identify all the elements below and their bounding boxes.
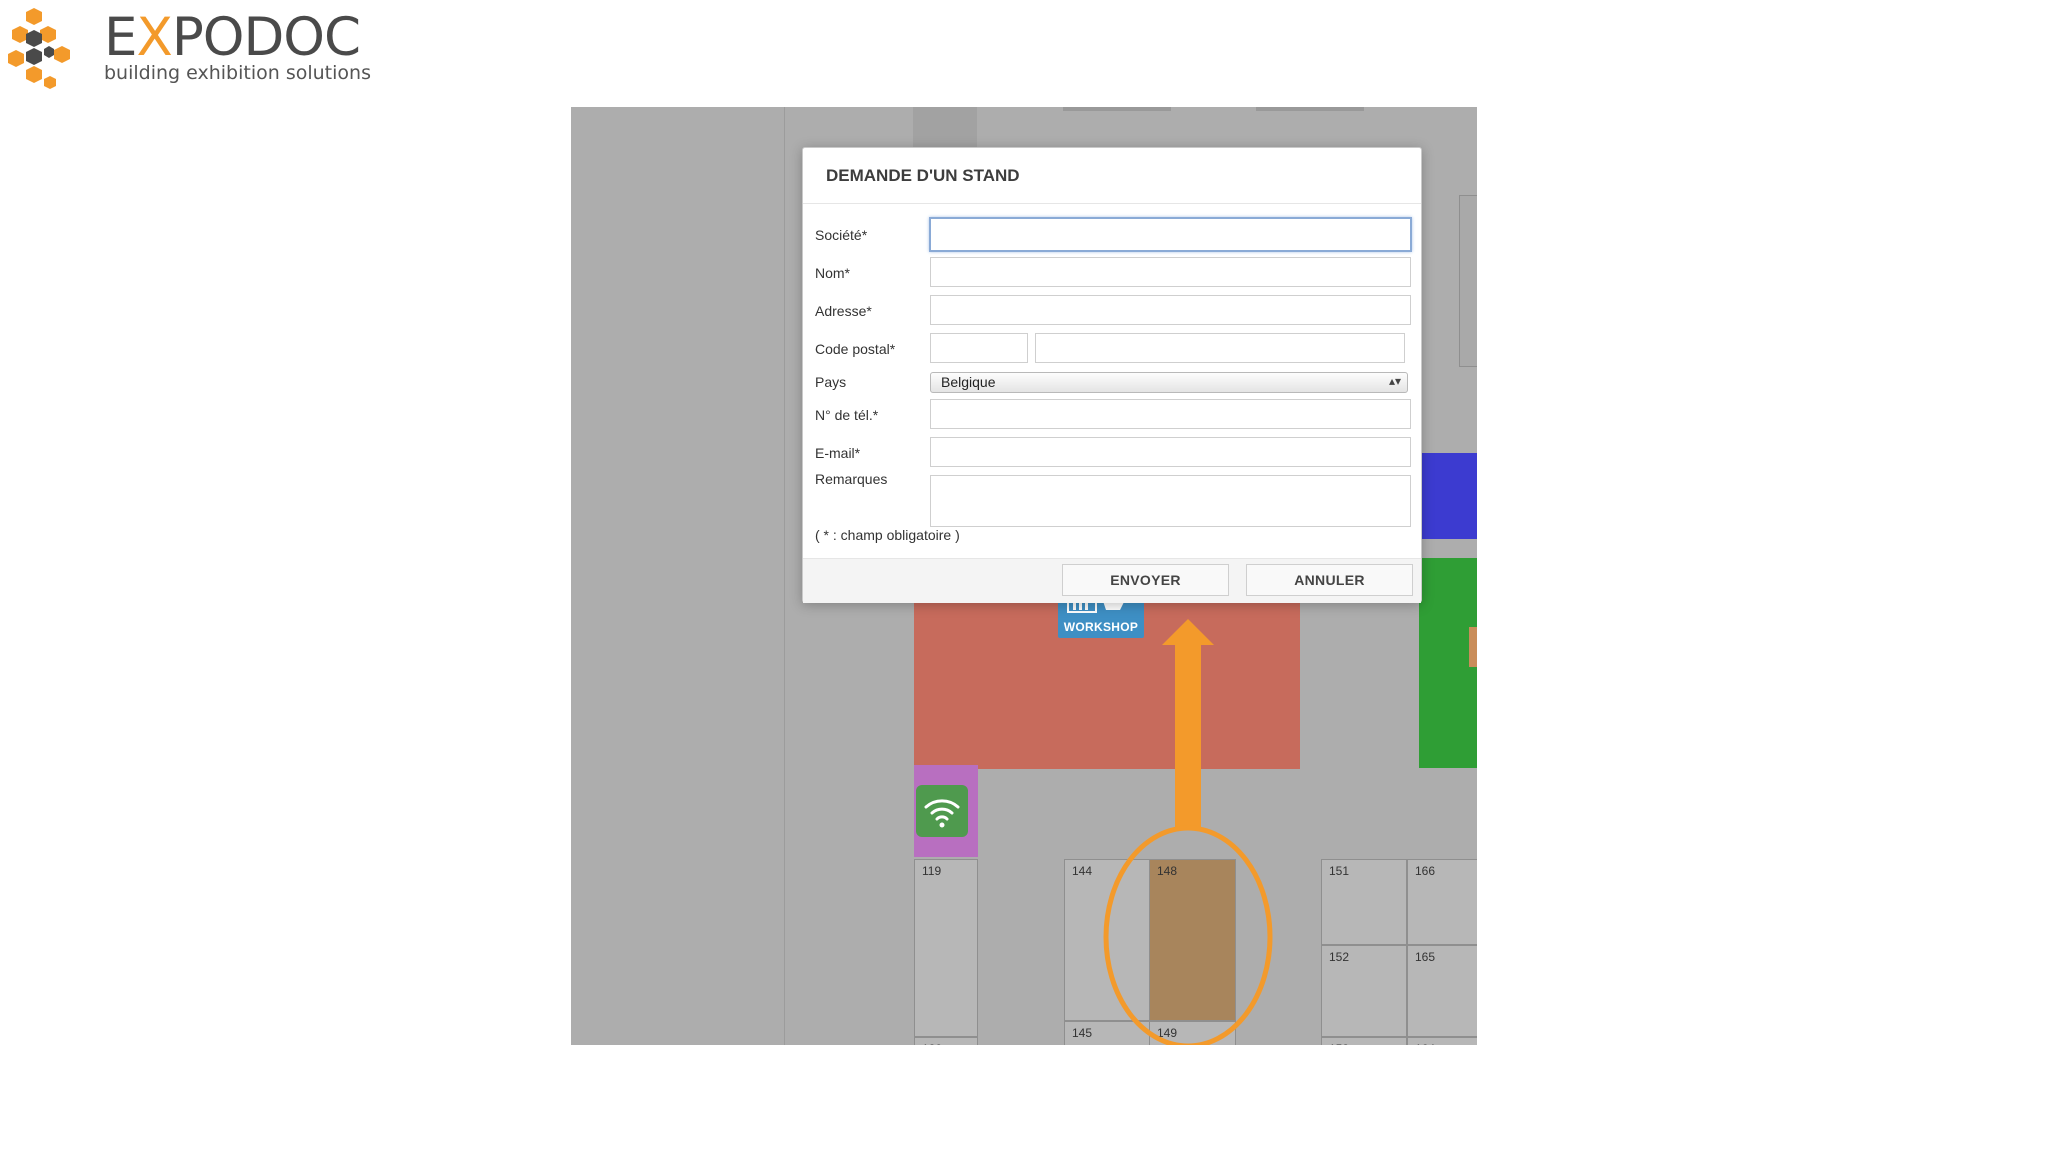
telephone-label: N° de tél.* (815, 407, 879, 423)
remarques-textarea[interactable] (930, 475, 1411, 527)
nom-input[interactable] (930, 257, 1411, 287)
pays-label: Pays (815, 374, 847, 390)
title-divider (803, 203, 1421, 204)
city-input[interactable] (1035, 333, 1405, 363)
societe-input[interactable] (929, 217, 1412, 252)
remarques-label: Remarques (815, 471, 888, 487)
dialog-footer: ENVOYER ANNULER (803, 558, 1421, 603)
annuler-button[interactable]: ANNULER (1246, 564, 1413, 596)
stand-request-dialog: DEMANDE D'UN STAND Société* Nom* Adresse… (802, 147, 1422, 603)
code-postal-label: Code postal* (815, 341, 896, 357)
adresse-label: Adresse* (815, 303, 872, 319)
societe-label: Société* (815, 227, 868, 243)
email-label: E-mail* (815, 445, 861, 461)
adresse-input[interactable] (930, 295, 1411, 325)
email-input[interactable] (930, 437, 1411, 467)
country-select-value: Belgique (941, 374, 996, 390)
arrow-up-icon (1162, 619, 1214, 829)
telephone-input[interactable] (930, 399, 1411, 429)
expodoc-logo: EXPODOC building exhibition solutions (4, 6, 371, 92)
hexagon-cluster-logo-icon (8, 8, 70, 89)
select-arrows-icon: ▴▾ (1388, 374, 1401, 388)
brand-name: EXPODOC (104, 7, 361, 68)
nom-label: Nom* (815, 265, 851, 281)
required-fields-note: ( * : champ obligatoire ) (815, 527, 960, 543)
envoyer-button[interactable]: ENVOYER (1062, 564, 1229, 596)
postal-code-input[interactable] (930, 333, 1028, 363)
highlight-circle (1103, 825, 1273, 1045)
dialog-title: DEMANDE D'UN STAND (826, 166, 1020, 185)
brand-tagline: building exhibition solutions (104, 62, 371, 84)
country-select[interactable]: Belgique ▴▾ (930, 372, 1408, 393)
